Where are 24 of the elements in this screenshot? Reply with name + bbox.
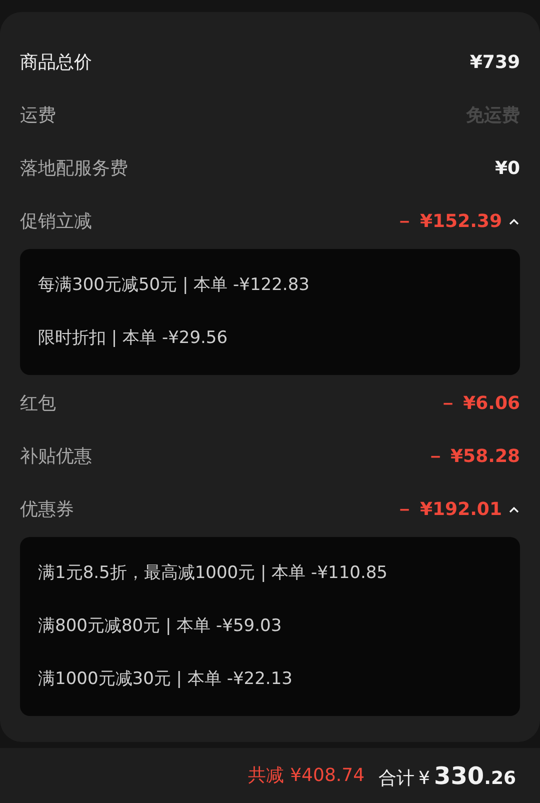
total-amount: 330 — [434, 760, 484, 792]
row-label: 补贴优惠 — [20, 445, 92, 469]
total-currency: ¥ — [418, 766, 430, 790]
row-value: － ¥6.06 — [438, 392, 520, 416]
row-label: 红包 — [20, 392, 56, 416]
total-decimal: .26 — [484, 766, 516, 790]
detail-text: 满1000元减30元 | 本单 -¥22.13 — [38, 668, 292, 691]
row-value: ¥739 — [470, 51, 520, 75]
saved-amount: ¥408.74 — [290, 764, 365, 788]
row-value: － ¥152.39 — [396, 210, 502, 234]
row-label: 促销立减 — [20, 210, 92, 234]
detail-text: 满1元8.5折，最高减1000元 | 本单 -¥110.85 — [38, 562, 388, 585]
row-value: ¥0 — [494, 157, 520, 181]
detail-text: 满800元减80元 | 本单 -¥59.03 — [38, 614, 282, 638]
row-label: 落地配服务费 — [20, 157, 128, 181]
row-value: － ¥192.01 — [396, 498, 502, 522]
saved-label: 共减 — [248, 764, 284, 788]
detail-text: 每满300元减50元 | 本单 -¥122.83 — [38, 274, 310, 297]
row-label: 优惠券 — [20, 498, 74, 522]
row-label: 商品总价 — [20, 51, 92, 75]
detail-text: 限时折扣 | 本单 -¥29.56 — [38, 326, 228, 350]
row-label: 运费 — [20, 104, 56, 128]
row-value: － ¥58.28 — [426, 445, 520, 469]
total-label: 合计 — [378, 766, 415, 790]
